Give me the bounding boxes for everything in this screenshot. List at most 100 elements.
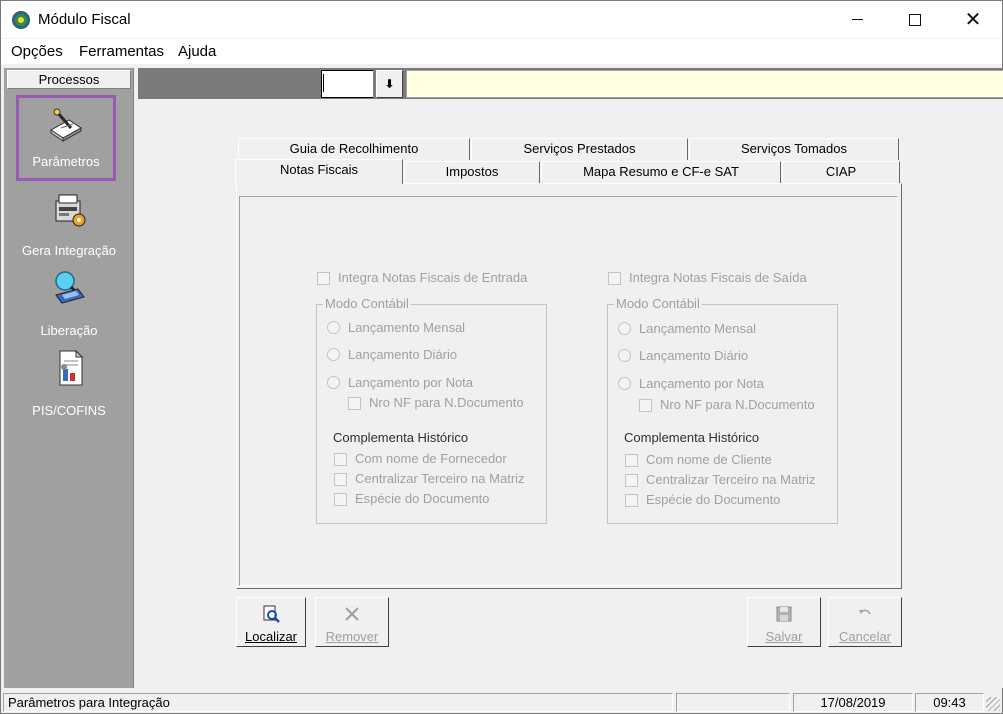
radio-label: Lançamento Mensal — [348, 320, 466, 335]
radio-label: Lançamento Mensal — [639, 321, 757, 336]
saida-cliente-checkbox[interactable] — [625, 454, 638, 467]
save-disk-icon — [776, 606, 792, 622]
saida-radio-diario[interactable] — [618, 349, 631, 362]
tab-label: Serviços Tomados — [741, 141, 847, 156]
status-empty — [676, 693, 790, 712]
menu-opcoes[interactable]: Opções — [11, 43, 63, 60]
checkbox-label: Centralizar Terceiro na Matriz — [646, 472, 816, 487]
remove-x-icon — [345, 607, 359, 621]
complementa-historico-title: Complementa Histórico — [624, 430, 760, 445]
text-caret — [323, 74, 324, 92]
saida-modo-contabil-group: Modo Contábil — [607, 296, 838, 524]
description-field — [406, 70, 1003, 98]
tab-label: Impostos — [445, 164, 499, 179]
group-title: Modo Contábil — [614, 296, 702, 311]
entrada-centralizar-checkbox[interactable] — [334, 473, 347, 486]
close-icon: ✕ — [964, 9, 982, 31]
integration-icon — [55, 194, 86, 227]
saida-nro-nf-checkbox[interactable] — [639, 399, 652, 412]
main-window: Módulo Fiscal ✕ Opções Ferramentas Ajuda… — [0, 0, 1003, 714]
saida-centralizar-checkbox[interactable] — [625, 474, 638, 487]
sidebar-item-gera-integracao[interactable]: Gera Integração — [4, 185, 134, 263]
search-document-icon — [263, 605, 280, 623]
checkbox-label: Espécie do Documento — [646, 492, 781, 507]
tab-mapa-resumo[interactable]: Mapa Resumo e CF-e SAT — [541, 161, 781, 183]
radio-label: Lançamento por Nota — [348, 375, 474, 390]
sidebar-item-label: Parâmetros — [32, 154, 100, 169]
entrada-fornecedor-checkbox[interactable] — [334, 453, 347, 466]
parameters-icon — [50, 108, 82, 142]
group-title: Modo Contábil — [323, 296, 411, 311]
complementa-historico-title: Complementa Histórico — [333, 430, 469, 445]
entrada-radio-mensal[interactable] — [327, 321, 340, 334]
status-date: 17/08/2019 — [793, 693, 913, 712]
integra-saida-checkbox[interactable] — [608, 272, 621, 285]
tab-ciap[interactable]: CIAP — [782, 161, 900, 183]
sidebar-item-label: Liberação — [40, 323, 98, 338]
checkbox-label: Com nome de Fornecedor — [355, 451, 507, 466]
remover-button[interactable]: Remover — [315, 597, 389, 647]
resize-grip-icon[interactable] — [986, 697, 1000, 711]
close-button[interactable]: ✕ — [944, 1, 1002, 38]
radio-label: Lançamento por Nota — [639, 376, 765, 391]
title-bar: Módulo Fiscal ✕ — [1, 1, 1002, 38]
maximize-icon — [909, 13, 921, 26]
checkbox-label: Nro NF para N.Documento — [369, 395, 524, 410]
sidebar-item-label: Gera Integração — [22, 243, 116, 258]
radio-label: Lançamento Diário — [639, 348, 749, 363]
tab-notas-fiscais[interactable]: Notas Fiscais — [235, 159, 403, 184]
integra-saida-label: Integra Notas Fiscais de Saída — [629, 270, 807, 285]
button-label: Localizar — [244, 629, 298, 644]
tab-servicos-tomados[interactable]: Serviços Tomados — [689, 138, 899, 160]
saida-especie-checkbox[interactable] — [625, 494, 638, 507]
button-label: Salvar — [765, 629, 803, 644]
maximize-button[interactable] — [886, 1, 944, 38]
checkbox-label: Com nome de Cliente — [646, 452, 772, 467]
saida-radio-por-nota[interactable] — [618, 377, 631, 390]
process-sidebar: Processos Parâmetros Gera Integração Lib… — [4, 68, 134, 688]
release-icon — [55, 271, 85, 304]
tab-label: Serviços Prestados — [523, 141, 636, 156]
sidebar-header[interactable]: Processos — [7, 70, 131, 89]
minimize-icon — [851, 19, 863, 20]
entrada-especie-checkbox[interactable] — [334, 493, 347, 506]
tab-label: Guia de Recolhimento — [289, 141, 419, 156]
status-time: 09:43 — [915, 693, 984, 712]
integra-entrada-label: Integra Notas Fiscais de Entrada — [338, 270, 528, 285]
checkbox-label: Espécie do Documento — [355, 491, 490, 506]
status-bar: Parâmetros para Integração 17/08/2019 09… — [1, 691, 1002, 713]
cancelar-button[interactable]: Cancelar — [828, 597, 902, 647]
button-label: Remover — [325, 629, 379, 644]
sidebar-item-liberacao[interactable]: Liberação — [4, 265, 134, 343]
sidebar-item-label: PIS/COFINS — [32, 403, 106, 418]
entrada-radio-diario[interactable] — [327, 348, 340, 361]
window-title: Módulo Fiscal — [38, 11, 131, 28]
tab-impostos[interactable]: Impostos — [404, 161, 540, 183]
saida-radio-mensal[interactable] — [618, 322, 631, 335]
status-message: Parâmetros para Integração — [3, 693, 673, 712]
checkbox-label: Nro NF para N.Documento — [660, 397, 815, 412]
code-input[interactable] — [321, 70, 373, 98]
integra-entrada-checkbox[interactable] — [317, 272, 330, 285]
menu-ajuda[interactable]: Ajuda — [178, 43, 216, 60]
checkbox-label: Centralizar Terceiro na Matriz — [355, 471, 525, 486]
undo-icon — [859, 609, 871, 615]
menu-ferramentas[interactable]: Ferramentas — [79, 43, 164, 60]
tab-servicos-prestados[interactable]: Serviços Prestados — [471, 138, 688, 160]
download-arrow-icon: ⬇ — [384, 77, 395, 91]
entrada-nro-nf-checkbox[interactable] — [348, 397, 361, 410]
menu-bar: Opções Ferramentas Ajuda — [1, 39, 1002, 64]
localizar-button[interactable]: Localizar — [236, 597, 306, 647]
piscofins-icon — [59, 349, 84, 386]
tab-guia-recolhimento[interactable]: Guia de Recolhimento — [238, 138, 470, 160]
salvar-button[interactable]: Salvar — [747, 597, 821, 647]
sidebar-item-parametros[interactable]: Parâmetros — [16, 95, 116, 181]
tab-label: Notas Fiscais — [279, 162, 359, 177]
minimize-button[interactable] — [828, 1, 886, 38]
entrada-radio-por-nota[interactable] — [327, 376, 340, 389]
sidebar-item-pis-cofins[interactable]: PIS/COFINS — [4, 345, 134, 423]
tab-label: CIAP — [825, 164, 857, 179]
app-logo-icon — [12, 11, 30, 29]
lookup-button[interactable]: ⬇ — [376, 70, 403, 98]
tab-label: Mapa Resumo e CF-e SAT — [583, 164, 739, 179]
